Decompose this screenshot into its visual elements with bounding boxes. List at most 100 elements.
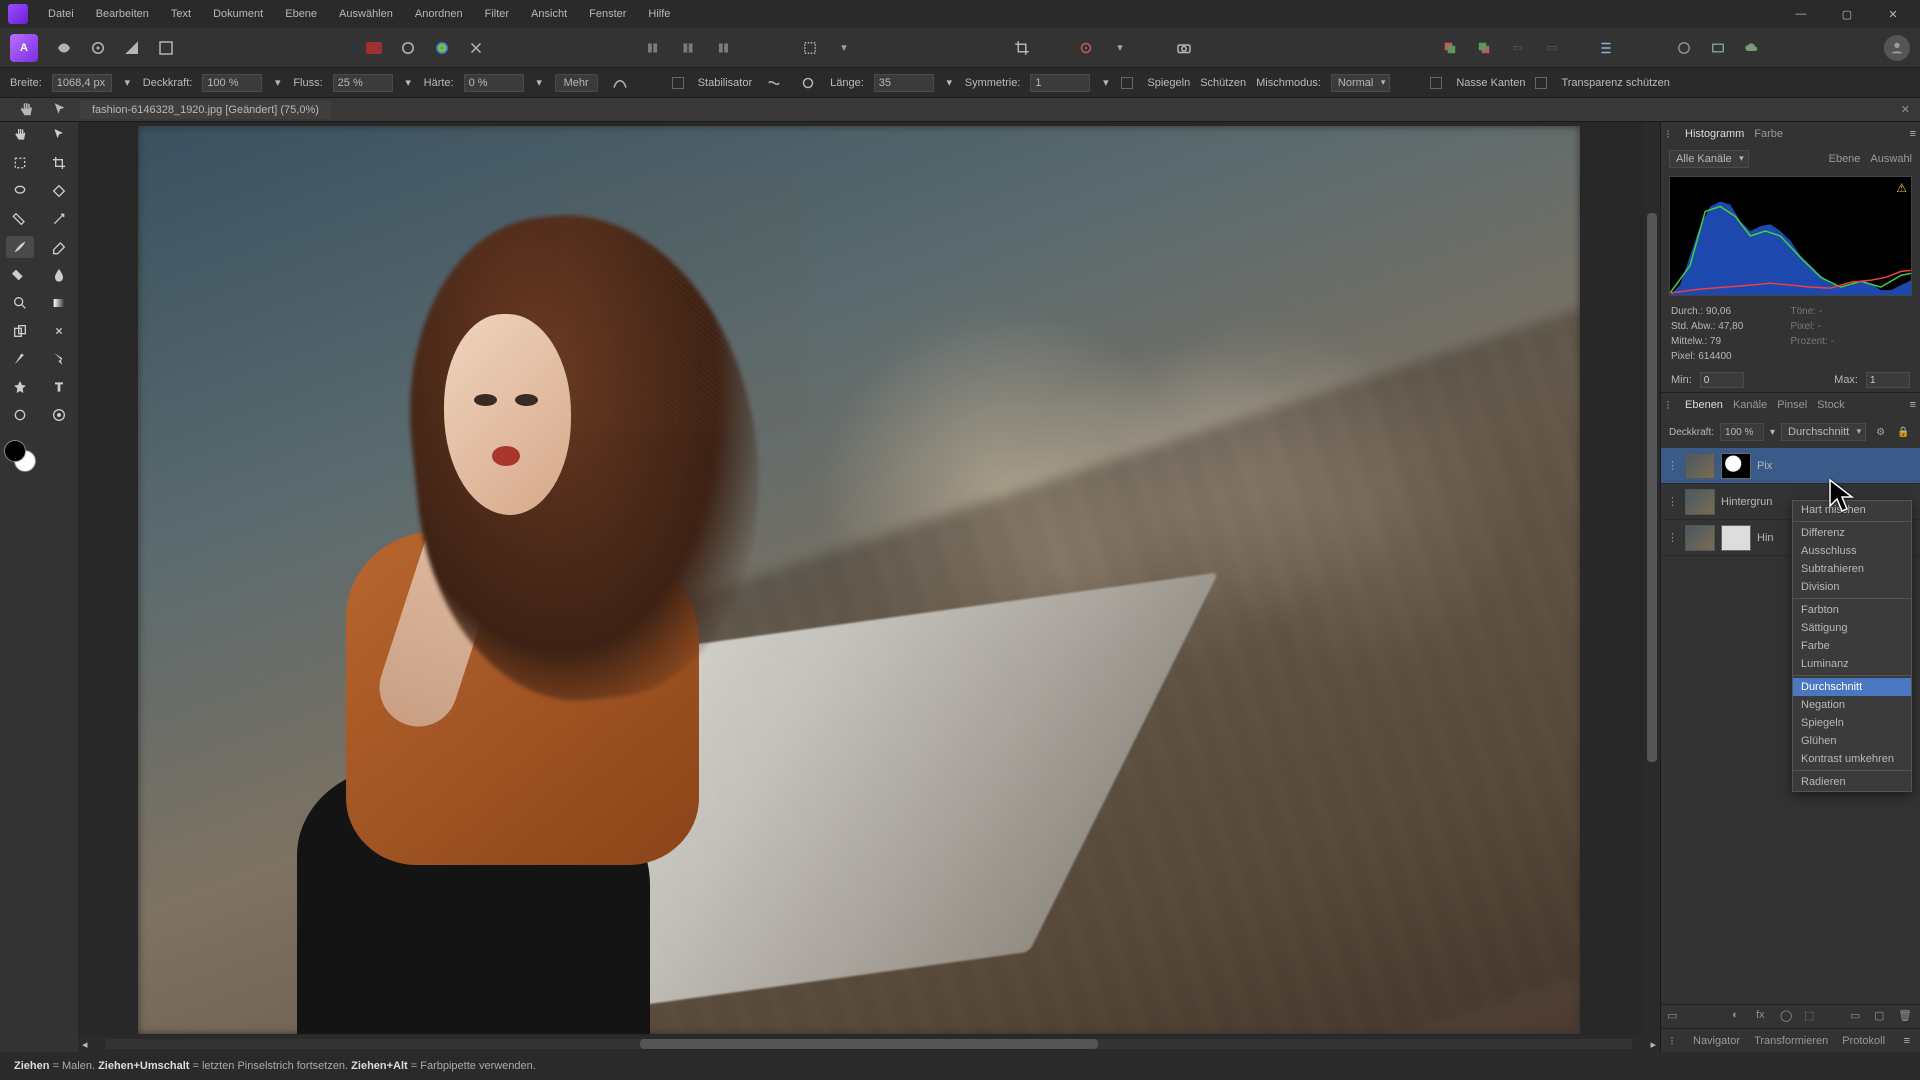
chevron-down-icon[interactable]: ▾ [1770, 427, 1775, 438]
blendmode-option[interactable]: Radieren [1793, 773, 1911, 791]
blendmode-option[interactable]: Negation [1793, 696, 1911, 714]
align-left-icon[interactable] [642, 36, 666, 60]
snapshot-icon[interactable] [1706, 36, 1730, 60]
stabilizer-checkbox[interactable] [672, 77, 684, 89]
tab-stock[interactable]: Stock [1817, 399, 1845, 411]
symmetry-field[interactable]: 1 [1030, 74, 1090, 92]
group-icon[interactable]: ▭ [1850, 1009, 1866, 1025]
pressure-size-icon[interactable] [608, 71, 632, 95]
zoom-tool[interactable] [45, 404, 73, 426]
blendmode-option[interactable]: Hart mischen [1793, 501, 1911, 519]
menu-ansicht[interactable]: Ansicht [521, 4, 577, 24]
flow-field[interactable]: 25 % [333, 74, 393, 92]
panel-menu-icon[interactable]: ≡ [1910, 399, 1916, 411]
chevron-down-icon[interactable]: ▾ [122, 76, 133, 89]
camera-icon[interactable] [1172, 36, 1196, 60]
mirror-checkbox[interactable] [1121, 77, 1133, 89]
width-field[interactable]: 1068,4 px [52, 74, 112, 92]
more-button[interactable]: Mehr [555, 74, 598, 92]
fill-tool[interactable] [6, 264, 34, 286]
persona-liquify-icon[interactable] [52, 36, 76, 60]
layer-mask-thumbnail[interactable] [1721, 525, 1751, 551]
visibility-icon[interactable]: ⋮ [1667, 531, 1679, 544]
gear-icon[interactable]: ⚙ [1872, 420, 1889, 444]
tab-brushes[interactable]: Pinsel [1777, 399, 1807, 411]
gradient-tool[interactable] [45, 292, 73, 314]
shape-tool[interactable] [6, 376, 34, 398]
fx-icon[interactable]: fx [1756, 1009, 1772, 1025]
blendmode-option[interactable]: Kontrast umkehren [1793, 750, 1911, 768]
target-icon[interactable] [1074, 36, 1098, 60]
pen-tool[interactable] [6, 348, 34, 370]
arrange-front-icon[interactable] [1472, 36, 1496, 60]
chevron-down-icon[interactable]: ▾ [272, 76, 283, 89]
document-canvas[interactable] [138, 126, 1580, 1034]
lock-icon[interactable]: 🔒 [1895, 420, 1912, 444]
selection-tool[interactable] [6, 152, 34, 174]
tab-navigator[interactable]: Navigator [1693, 1035, 1740, 1047]
protect-alpha-checkbox[interactable] [1535, 77, 1547, 89]
opacity-field[interactable]: 100 % [202, 74, 262, 92]
clone-tool[interactable] [6, 320, 34, 342]
blendmode-option[interactable]: Glühen [1793, 732, 1911, 750]
erase-tool[interactable] [45, 236, 73, 258]
menu-auswählen[interactable]: Auswählen [329, 4, 403, 24]
chevron-down-icon[interactable]: ▾ [1108, 36, 1132, 60]
crop-tool[interactable] [45, 152, 73, 174]
delete-layer-icon[interactable]: 🗑 [1898, 1009, 1914, 1025]
tab-transform[interactable]: Transformieren [1754, 1035, 1828, 1047]
node-tool[interactable] [45, 348, 73, 370]
minimize-button[interactable]: — [1778, 0, 1824, 28]
close-button[interactable]: ✕ [1870, 0, 1916, 28]
arrange-back-icon[interactable] [1438, 36, 1462, 60]
view-tool[interactable] [6, 124, 34, 146]
circle-tool-icon[interactable] [396, 36, 420, 60]
color-picker-tool[interactable] [6, 404, 34, 426]
quickmask-icon[interactable] [798, 36, 822, 60]
horizontal-scrollbar[interactable]: ◂ ▸ [78, 1036, 1660, 1052]
maximize-button[interactable]: ▢ [1824, 0, 1870, 28]
tab-layers[interactable]: Ebenen [1685, 399, 1723, 411]
length-field[interactable]: 35 [874, 74, 934, 92]
color-wheel-icon[interactable] [430, 36, 454, 60]
chevron-down-icon[interactable]: ▾ [944, 76, 955, 89]
text-tool[interactable] [45, 376, 73, 398]
visibility-icon[interactable]: ⋮ [1667, 495, 1679, 508]
hardness-field[interactable]: 0 % [464, 74, 524, 92]
panel-menu-icon[interactable]: ≡ [1910, 128, 1916, 140]
cloud-icon[interactable] [1740, 36, 1764, 60]
mask-layer-icon[interactable]: ▭ [1667, 1009, 1683, 1025]
blendmode-option[interactable]: Division [1793, 578, 1911, 596]
chevron-down-icon[interactable]: ▾ [534, 76, 545, 89]
crop-icon[interactable] [1010, 36, 1034, 60]
persona-export-icon[interactable] [154, 36, 178, 60]
close-tab-icon[interactable]: ✕ [1901, 103, 1910, 116]
menu-ebene[interactable]: Ebene [275, 4, 327, 24]
blendmode-option[interactable]: Subtrahieren [1793, 560, 1911, 578]
menu-text[interactable]: Text [161, 4, 201, 24]
magic-wand-tool[interactable] [45, 208, 73, 230]
max-field[interactable] [1866, 372, 1910, 388]
blendmode-option[interactable]: Ausschluss [1793, 542, 1911, 560]
move-tool-icon[interactable] [48, 98, 72, 122]
foreground-color[interactable] [4, 440, 26, 462]
flood-select-tool[interactable] [6, 208, 34, 230]
lasso-tool[interactable] [6, 180, 34, 202]
link-icon[interactable]: ⬚ [1804, 1009, 1820, 1025]
histogram-selection-button[interactable]: Auswahl [1870, 153, 1912, 165]
layer-row[interactable]: ⋮ Pix [1661, 448, 1920, 484]
menu-bearbeiten[interactable]: Bearbeiten [86, 4, 159, 24]
menu-datei[interactable]: Datei [38, 4, 84, 24]
align-center-icon[interactable] [676, 36, 700, 60]
persona-tone-icon[interactable] [120, 36, 144, 60]
move-tool-2[interactable] [45, 124, 73, 146]
blendmode-option[interactable]: Differenz [1793, 524, 1911, 542]
menu-dokument[interactable]: Dokument [203, 4, 273, 24]
blendmode-option[interactable]: Luminanz [1793, 655, 1911, 673]
layer-blendmode-select[interactable]: Durchschnitt [1781, 423, 1866, 441]
tab-color[interactable]: Farbe [1754, 128, 1783, 140]
layer-mask-thumbnail[interactable] [1721, 453, 1751, 479]
tab-channels[interactable]: Kanäle [1733, 399, 1767, 411]
menu-hilfe[interactable]: Hilfe [638, 4, 680, 24]
sync-icon[interactable] [1672, 36, 1696, 60]
